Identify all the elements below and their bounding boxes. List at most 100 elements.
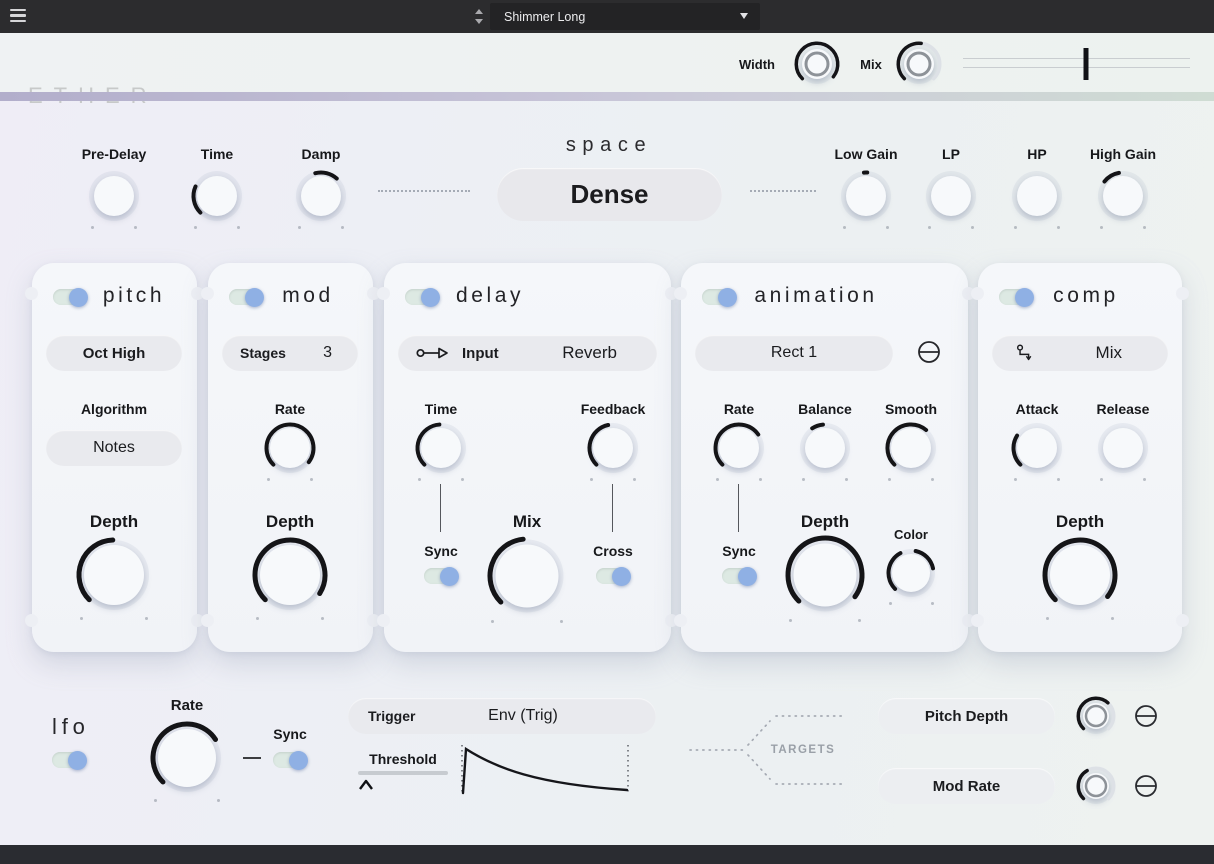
comp-depth-knob[interactable]: [1042, 537, 1118, 613]
lfo-enable-toggle[interactable]: [52, 752, 86, 768]
preset-next-icon[interactable]: [475, 19, 483, 24]
pitch-depth-knob[interactable]: [76, 537, 152, 613]
target-pitch-depth-label: Pitch Depth: [925, 708, 1008, 725]
animation-balance-label: Balance: [798, 401, 852, 417]
space-mode-button[interactable]: Dense: [497, 168, 722, 221]
lfo-sync-label: Sync: [273, 726, 306, 742]
animation-title: animation: [754, 284, 877, 308]
delay-title: delay: [456, 284, 524, 308]
delay-cross-toggle[interactable]: [596, 568, 630, 584]
high-gain-label: High Gain: [1090, 146, 1156, 162]
target-pitch-depth-polarity-icon[interactable]: [1134, 704, 1158, 728]
stages-label: Stages: [240, 345, 286, 361]
rate-sync-connector: [738, 484, 739, 532]
animation-depth-knob[interactable]: [785, 535, 865, 615]
delay-feedback-knob[interactable]: [587, 422, 639, 474]
target-mod-rate-amount-knob[interactable]: [1076, 766, 1116, 806]
animation-rate-knob[interactable]: [713, 422, 765, 474]
threshold-slider[interactable]: [358, 771, 448, 775]
pitch-mode-value: Oct High: [83, 345, 146, 362]
delay-sync-toggle[interactable]: [424, 568, 458, 584]
lp-label: LP: [942, 146, 960, 162]
routing-path-icon: [1016, 343, 1034, 363]
bottombar: [0, 845, 1214, 864]
preset-prev-icon[interactable]: [475, 9, 483, 14]
time-knob[interactable]: [191, 170, 243, 222]
animation-enable-toggle[interactable]: [702, 289, 736, 305]
mod-title: mod: [282, 284, 334, 308]
mix-label: Mix: [860, 57, 882, 72]
preset-selector[interactable]: Shimmer Long: [490, 3, 760, 30]
target-mod-rate-button[interactable]: Mod Rate: [878, 768, 1055, 804]
animation-smooth-knob[interactable]: [885, 422, 937, 474]
stages-selector[interactable]: Stages 3: [222, 335, 358, 371]
threshold-marker-icon[interactable]: [356, 778, 376, 792]
mod-depth-label: Depth: [266, 512, 314, 532]
threshold-label: Threshold: [369, 751, 437, 767]
chevron-down-icon: [740, 13, 748, 19]
mod-rate-label: Rate: [275, 401, 305, 417]
comp-mode-value: Mix: [1096, 343, 1122, 363]
lfo-sync-toggle[interactable]: [273, 752, 307, 768]
plugin-window: Shimmer Long ETHER Width Mix Pre-Delay T…: [0, 0, 1214, 864]
delay-cross-label: Cross: [593, 543, 633, 559]
animation-sync-label: Sync: [722, 543, 755, 559]
target-pitch-depth-amount-knob[interactable]: [1076, 696, 1116, 736]
width-label: Width: [739, 57, 775, 72]
pitch-mode-selector[interactable]: Oct High: [46, 335, 182, 371]
pitch-title: pitch: [103, 284, 165, 308]
slider-handle[interactable]: [1083, 48, 1088, 80]
animation-color-knob[interactable]: [886, 548, 936, 598]
pitch-enable-toggle[interactable]: [53, 289, 87, 305]
damp-knob[interactable]: [295, 170, 347, 222]
high-gain-knob[interactable]: [1097, 170, 1149, 222]
trigger-value: Env (Trig): [488, 707, 558, 725]
comp-enable-toggle[interactable]: [999, 289, 1033, 305]
delay-sync-label: Sync: [424, 543, 457, 559]
slider-track: [963, 58, 1190, 68]
animation-depth-label: Depth: [801, 512, 849, 532]
hp-knob[interactable]: [1011, 170, 1063, 222]
algorithm-selector[interactable]: Notes: [46, 430, 182, 466]
delay-time-knob[interactable]: [415, 422, 467, 474]
trigger-selector[interactable]: Trigger Env (Trig): [348, 698, 656, 734]
envelope-graph: [456, 742, 632, 798]
delay-input-selector[interactable]: Input Reverb: [398, 335, 657, 371]
pre-delay-knob[interactable]: [88, 170, 140, 222]
comp-mode-selector[interactable]: Mix: [992, 335, 1168, 371]
delay-enable-toggle[interactable]: [405, 289, 439, 305]
target-mod-rate-polarity-icon[interactable]: [1134, 774, 1158, 798]
lfo-rate-knob[interactable]: [150, 721, 224, 795]
target-pitch-depth-button[interactable]: Pitch Depth: [878, 698, 1055, 734]
animation-polarity-icon[interactable]: [917, 340, 941, 364]
animation-sync-toggle[interactable]: [722, 568, 756, 584]
hp-label: HP: [1027, 146, 1046, 162]
time-sync-connector: [440, 484, 441, 532]
stages-value: 3: [323, 344, 332, 362]
header-slider[interactable]: [963, 55, 1190, 73]
animation-color-label: Color: [894, 527, 928, 542]
mix-knob[interactable]: [896, 41, 942, 87]
low-gain-label: Low Gain: [835, 146, 898, 162]
mod-enable-toggle[interactable]: [229, 289, 263, 305]
width-knob[interactable]: [794, 41, 840, 87]
preset-name: Shimmer Long: [504, 10, 585, 24]
animation-balance-knob[interactable]: [799, 422, 851, 474]
animation-rate-label: Rate: [724, 401, 754, 417]
trigger-label: Trigger: [368, 708, 415, 724]
mod-depth-knob[interactable]: [252, 537, 328, 613]
comp-release-knob[interactable]: [1097, 422, 1149, 474]
comp-title: comp: [1053, 284, 1119, 308]
lp-knob[interactable]: [925, 170, 977, 222]
comp-attack-label: Attack: [1016, 401, 1059, 417]
delay-input-value: Reverb: [562, 343, 617, 363]
delay-mix-knob[interactable]: [487, 536, 567, 616]
low-gain-knob[interactable]: [840, 170, 892, 222]
menu-icon[interactable]: [10, 9, 26, 24]
lfo-label: lfo: [52, 714, 90, 740]
comp-attack-knob[interactable]: [1011, 422, 1063, 474]
accent-bar: [0, 92, 1214, 101]
mod-rate-knob[interactable]: [264, 422, 316, 474]
animation-shape-selector[interactable]: Rect 1: [695, 335, 893, 371]
damp-label: Damp: [302, 146, 341, 162]
